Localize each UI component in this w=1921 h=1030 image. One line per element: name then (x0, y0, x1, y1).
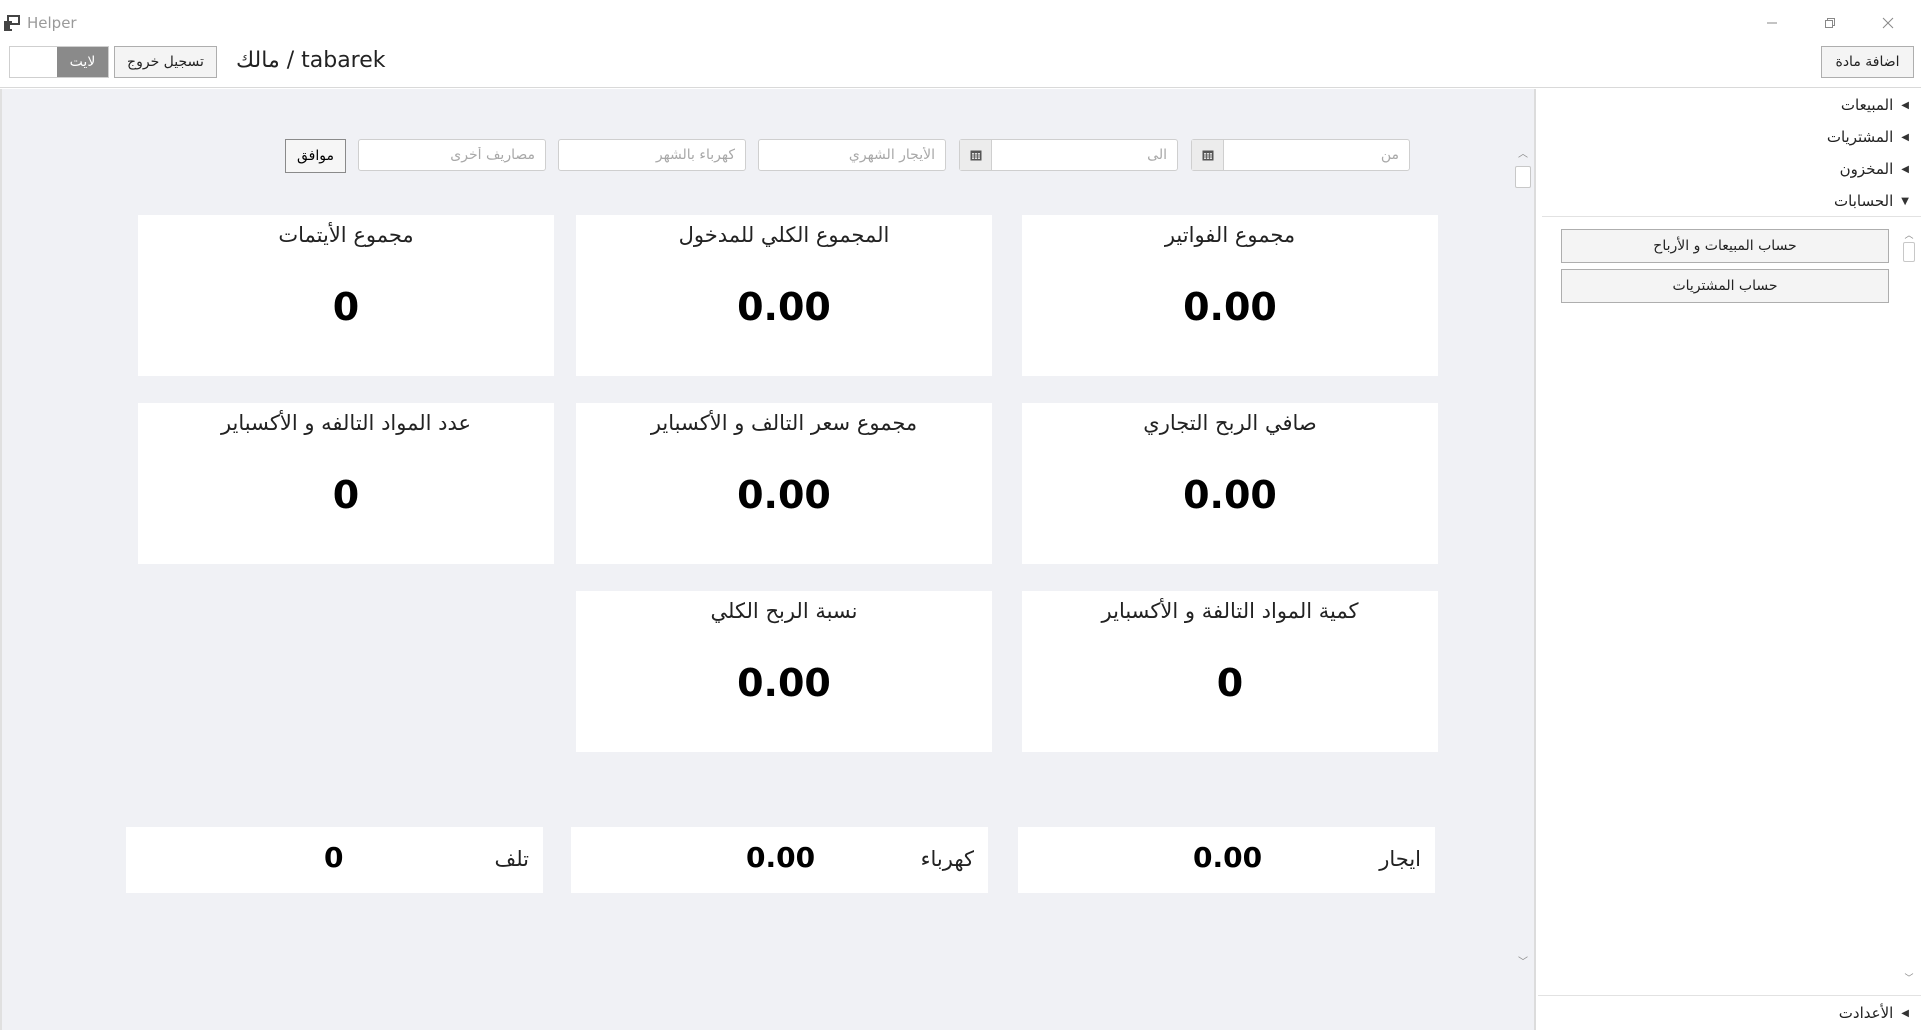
stat-card-invoices-total: مجموع الفواتير 0.00 (1022, 215, 1438, 376)
stat-card-label: نسبة الربح الكلي (710, 599, 858, 623)
scrollbar-thumb[interactable] (1515, 166, 1531, 188)
sidebar-item-label: المبيعات (1840, 96, 1894, 114)
panel-divider (1534, 89, 1536, 1030)
expanded-arrow-icon: ▼ (1901, 195, 1909, 207)
settings-bar: ◀ الأعدادت (1538, 995, 1921, 1030)
calendar-icon[interactable] (960, 140, 992, 170)
stat-card-label: كمية المواد التالفة و الأكسباير (1101, 599, 1359, 623)
left-border (0, 89, 2, 1030)
add-item-button[interactable]: اضافة مادة (1821, 46, 1914, 78)
stat-card-profit-ratio: نسبة الربح الكلي 0.00 (576, 591, 992, 752)
collapsed-arrow-icon: ◀ (1901, 99, 1909, 111)
monthly-rent-field[interactable] (758, 139, 946, 171)
stat-card-damaged-expired-price: مجموع سعر التالف و الأكسباير 0.00 (576, 403, 992, 564)
stat-card-label: المجموع الكلي للمدخول (678, 223, 890, 247)
date-to-input[interactable] (992, 140, 1177, 170)
stat-card-label: مجموع الفواتير (1164, 223, 1296, 247)
top-toolbar: لايت تسجيل خروج مالك / tabarek اضافة ماد… (0, 46, 1921, 88)
stat-card-value: 0.00 (737, 473, 831, 517)
summary-value: 0.00 (746, 841, 816, 874)
monthly-electricity-field[interactable] (558, 139, 746, 171)
sidebar-item-purchases[interactable]: ◀ المشتريات (1827, 124, 1909, 150)
ok-button[interactable]: موافق (285, 139, 346, 173)
purchases-report-button[interactable]: حساب المشتريات (1561, 269, 1889, 303)
monthly-electricity-input[interactable] (559, 140, 745, 170)
sidebar-item-label: الأعدادت (1838, 1004, 1894, 1022)
accounts-subpanel (1542, 216, 1921, 996)
stat-card-net-profit: صافي الربح التجاري 0.00 (1022, 403, 1438, 564)
stat-card-label: عدد المواد التالفه و الأكسباير (220, 411, 472, 435)
sidebar-scrollbar[interactable]: ︿ ﹀ (1902, 228, 1916, 984)
stat-card-value: 0.00 (737, 285, 831, 329)
stat-card-value: 0.00 (1183, 473, 1277, 517)
stat-card-damaged-expired-count: عدد المواد التالفه و الأكسباير 0 (138, 403, 554, 564)
app-logo-icon (3, 14, 21, 32)
stat-card-value: 0 (332, 473, 360, 517)
window-title: Helper (27, 14, 77, 32)
summary-damage: تلف 0 (126, 827, 543, 893)
sidebar-item-sales[interactable]: ◀ المبيعات (1841, 92, 1909, 118)
restore-button[interactable] (1802, 8, 1858, 38)
summary-rent: ايجار 0.00 (1018, 827, 1435, 893)
close-icon (1882, 14, 1894, 33)
user-label: مالك / tabarek (236, 48, 386, 73)
title-bar: Helper (0, 0, 1921, 46)
minimize-button[interactable] (1744, 8, 1800, 38)
summary-value: 0.00 (1193, 841, 1263, 874)
other-expenses-input[interactable] (359, 140, 545, 170)
collapsed-arrow-icon: ◀ (1901, 163, 1909, 175)
scrollbar-thumb[interactable] (1903, 242, 1915, 262)
calendar-icon[interactable] (1192, 140, 1224, 170)
monthly-rent-input[interactable] (759, 140, 945, 170)
stat-card-label: صافي الربح التجاري (1143, 411, 1317, 435)
stat-card-items-total: مجموع الأيتمات 0 (138, 215, 554, 376)
stat-card-total-income: المجموع الكلي للمدخول 0.00 (576, 215, 992, 376)
sidebar-item-inventory[interactable]: ◀ المخزون (1840, 156, 1909, 182)
summary-label: ايجار (1379, 847, 1421, 871)
stat-card-label: مجموع سعر التالف و الأكسباير (650, 411, 918, 435)
collapsed-arrow-icon: ◀ (1901, 1007, 1909, 1019)
sidebar-item-label: المخزون (1839, 160, 1894, 178)
date-from-input[interactable] (1224, 140, 1409, 170)
summary-label: تلف (494, 847, 529, 871)
restore-icon (1824, 14, 1836, 33)
summary-electricity: كهرباء 0.00 (571, 827, 988, 893)
stat-card-value: 0 (332, 285, 360, 329)
sales-profit-report-button[interactable]: حساب المبيعات و الأرباح (1561, 229, 1889, 263)
scroll-up-icon[interactable]: ︿ (1903, 228, 1915, 241)
minimize-icon (1766, 14, 1778, 33)
sidebar-item-accounts[interactable]: ▼ الحسابات (1834, 188, 1909, 214)
logout-button[interactable]: تسجيل خروج (114, 46, 217, 78)
stat-card-value: 0.00 (1183, 285, 1277, 329)
scroll-up-icon[interactable]: ︿ (1517, 150, 1529, 160)
scroll-down-icon[interactable]: ﹀ (1517, 958, 1529, 968)
sidebar-item-settings[interactable]: ◀ الأعدادت (1839, 1000, 1909, 1026)
collapsed-arrow-icon: ◀ (1901, 131, 1909, 143)
stat-card-value: 0.00 (737, 661, 831, 705)
theme-toggle[interactable]: لايت (9, 46, 109, 78)
other-expenses-field[interactable] (358, 139, 546, 171)
date-from-field[interactable] (1191, 139, 1410, 171)
close-button[interactable] (1860, 8, 1916, 38)
sidebar-item-label: المشتريات (1826, 128, 1894, 146)
stat-card-label: مجموع الأيتمات (278, 223, 414, 247)
main-scrollbar[interactable]: ︿ ﹀ (1514, 150, 1532, 968)
stat-card-value: 0 (1216, 661, 1244, 705)
scroll-down-icon[interactable]: ﹀ (1903, 971, 1915, 984)
summary-value: 0 (324, 841, 344, 874)
theme-toggle-knob: لايت (57, 47, 108, 77)
sidebar-item-label: الحسابات (1834, 192, 1894, 210)
date-to-field[interactable] (959, 139, 1178, 171)
summary-label: كهرباء (920, 847, 974, 871)
stat-card-damaged-expired-quantity: كمية المواد التالفة و الأكسباير 0 (1022, 591, 1438, 752)
